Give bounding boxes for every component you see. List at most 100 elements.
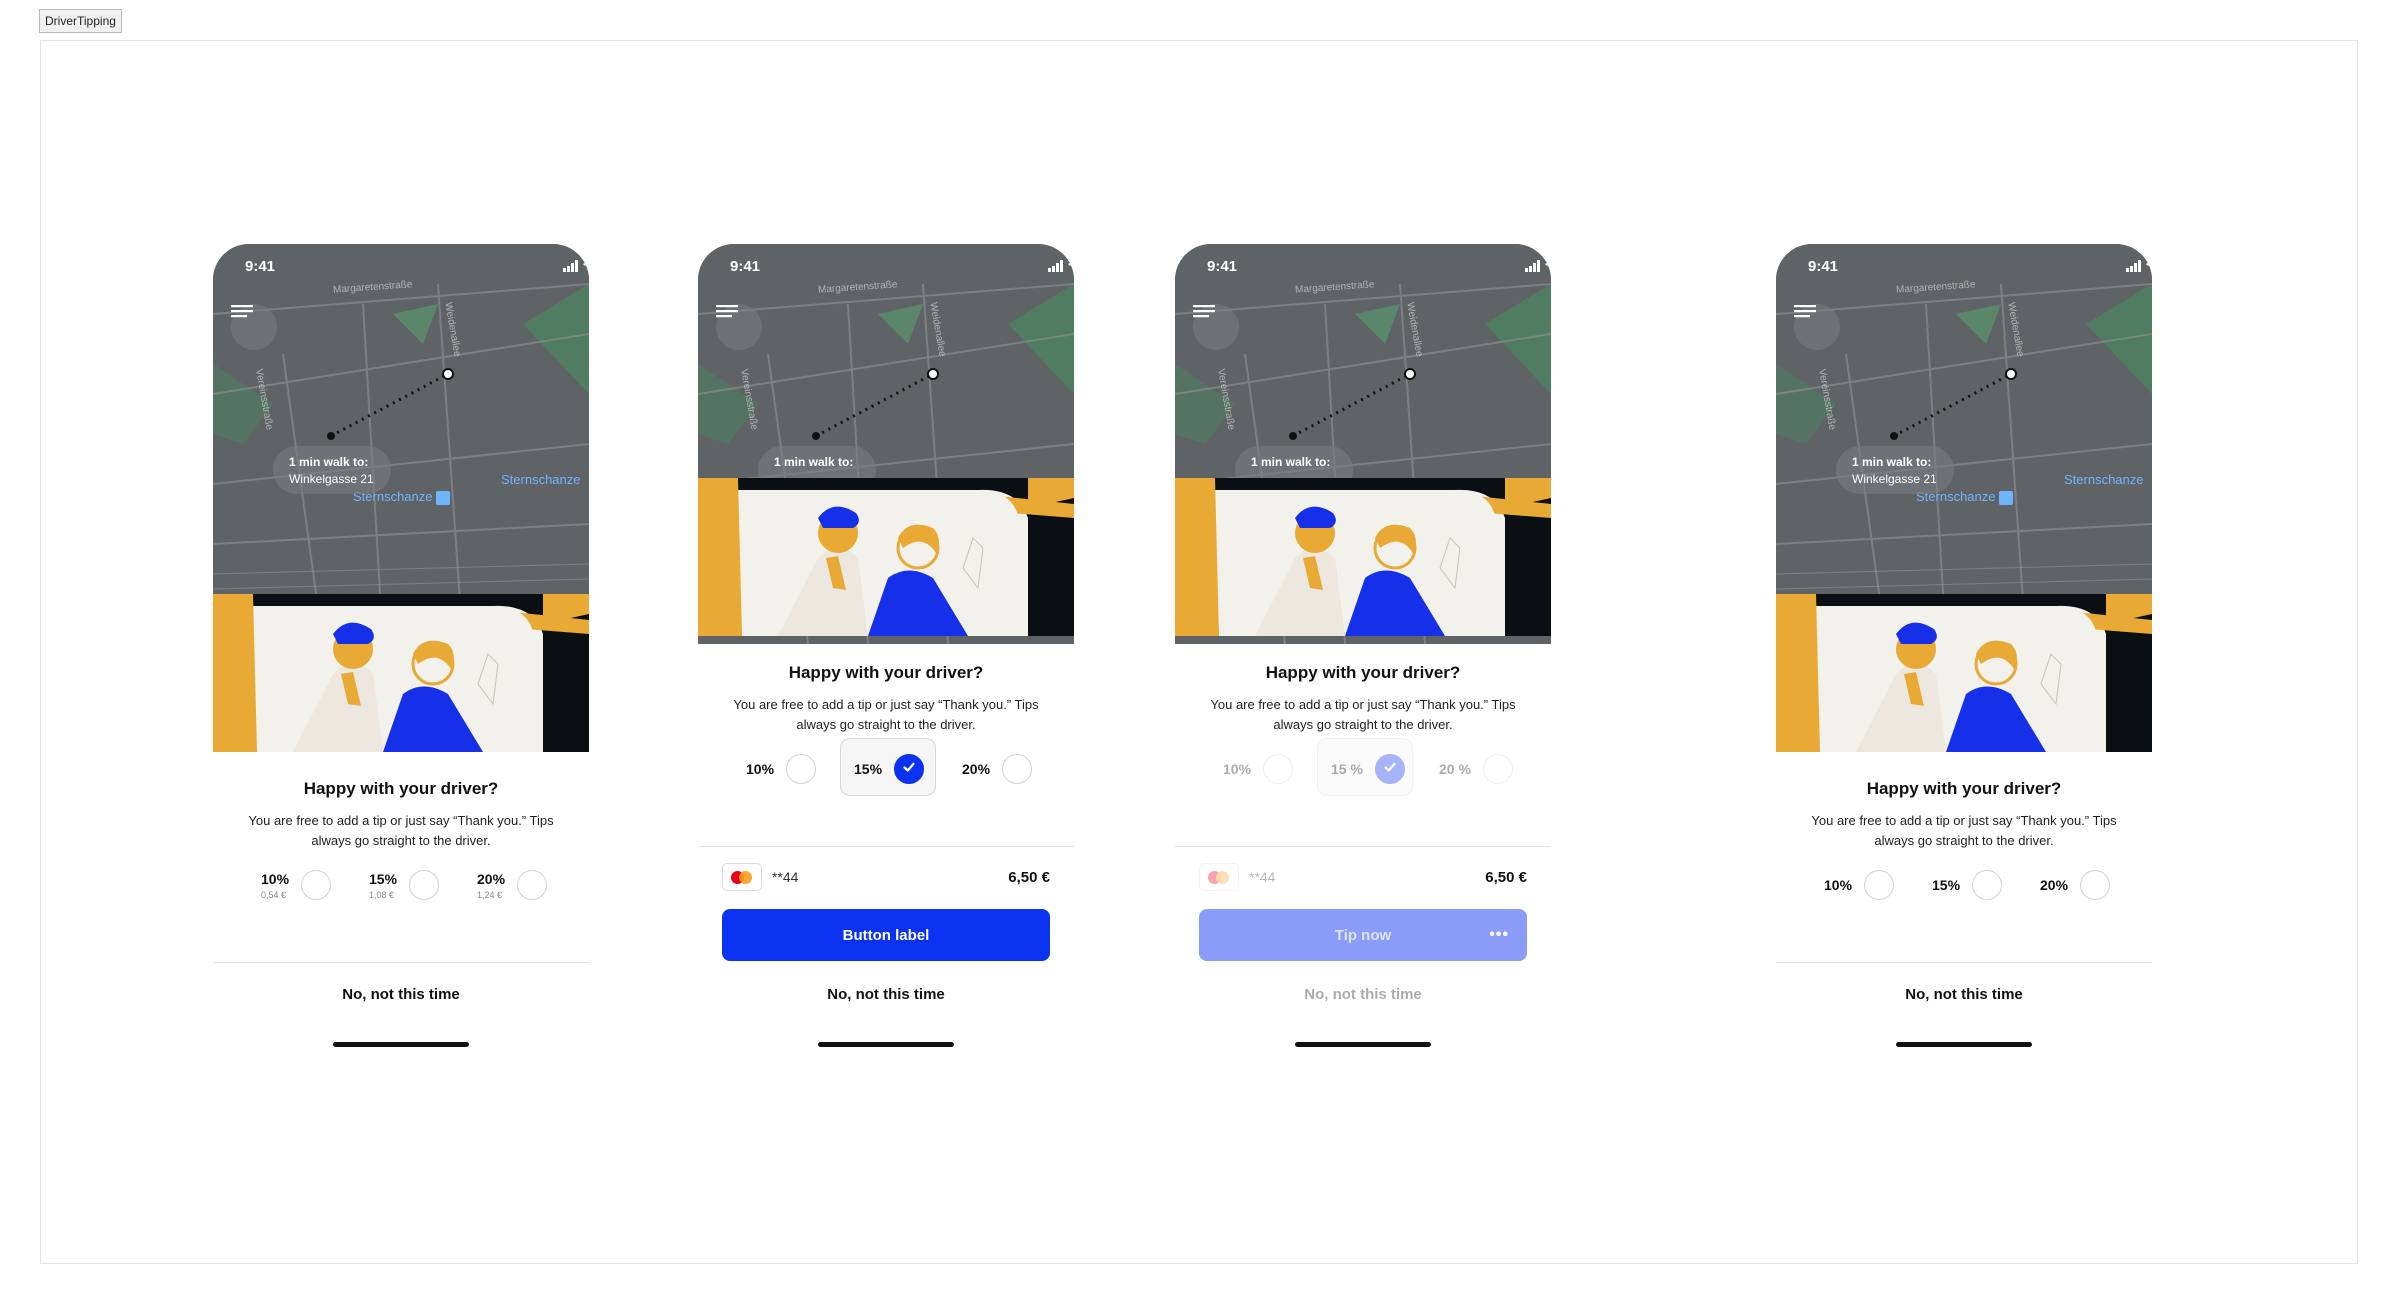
- check-icon: [901, 759, 917, 780]
- walk-chip[interactable]: 1 min walk to: Winkelgasse 21: [273, 446, 391, 494]
- tip-options: 10% 15% 20%: [1776, 857, 2152, 913]
- tip-option-2[interactable]: 20%: [2040, 857, 2111, 913]
- prompt-description: You are free to add a tip or just say “T…: [1210, 697, 1516, 732]
- tip-radio[interactable]: [894, 754, 925, 784]
- map[interactable]: 9:41 Margaretenstraße Weidenallee Verein…: [1776, 244, 2152, 644]
- tip-option-label: 15%: [854, 761, 883, 777]
- tip-radio[interactable]: [2080, 870, 2111, 900]
- tip-option-label: 10%: [746, 761, 775, 777]
- tip-radio[interactable]: [409, 870, 440, 900]
- cta-label: Button label: [842, 926, 930, 944]
- tip-radio[interactable]: [517, 870, 548, 900]
- loading-dots-icon: •••: [1489, 926, 1509, 943]
- decline-button[interactable]: No, not this time: [213, 986, 589, 1003]
- divider: [1776, 962, 2152, 963]
- walk-destination: Winkelgasse 21: [1852, 472, 1937, 486]
- phone-screen-screen2: 9:41 Margaretenstraße Weidenallee Verein…: [698, 244, 1074, 1060]
- station-icon: [436, 490, 451, 505]
- tip-radio[interactable]: [1482, 754, 1513, 784]
- tip-option-2[interactable]: 20 %: [1439, 741, 1513, 797]
- tip-now-button[interactable]: Button label: [722, 909, 1050, 961]
- home-indicator: [1896, 1042, 2032, 1047]
- divider: [213, 962, 589, 963]
- wifi-icon: [1068, 261, 1074, 270]
- wifi-icon: [583, 261, 589, 270]
- cta-label: Tip now: [1334, 926, 1392, 944]
- walk-chip[interactable]: 1 min walk to: Winkelgasse 21: [1836, 446, 1954, 494]
- decline-button[interactable]: No, not this time: [1175, 986, 1551, 1003]
- tip-option-label: 10%: [1824, 877, 1853, 893]
- card-number: **44: [772, 869, 799, 885]
- tip-option-2[interactable]: 20%: [962, 741, 1033, 797]
- walk-title: 1 min walk to:: [289, 455, 369, 469]
- tip-options: 10% 0,54 € 15% 1,08 € 20% 1,24 €: [213, 857, 589, 913]
- tip-option-1[interactable]: 15 %: [1331, 741, 1405, 797]
- walk-title: 1 min walk to:: [774, 455, 854, 469]
- tip-amount: 6,50 €: [1485, 868, 1527, 886]
- decline-button[interactable]: No, not this time: [698, 986, 1074, 1003]
- status-time: 9:41: [1207, 258, 1238, 275]
- menu-icon: [231, 305, 253, 318]
- tip-option-1[interactable]: 15%: [1932, 857, 2003, 913]
- tip-option-label: 10%: [1223, 761, 1252, 777]
- divider: [1175, 846, 1551, 847]
- status-time: 9:41: [1808, 258, 1839, 275]
- frame-label: DriverTipping: [39, 9, 122, 33]
- menu-button[interactable]: [1794, 304, 1840, 350]
- menu-icon: [1193, 305, 1215, 318]
- menu-button[interactable]: [716, 304, 762, 350]
- divider: [698, 846, 1074, 847]
- mastercard-icon: [722, 863, 762, 891]
- menu-button[interactable]: [1193, 304, 1239, 350]
- tip-radio[interactable]: [1002, 754, 1033, 784]
- tip-option-label: 20%: [962, 761, 991, 777]
- tip-radio[interactable]: [301, 870, 332, 900]
- wifi-icon: [1545, 261, 1551, 270]
- prompt-title: Happy with your driver?: [303, 779, 499, 798]
- phone-screen-screen3: 9:41 Margaretenstraße Weidenallee Verein…: [1175, 244, 1551, 1060]
- home-indicator: [333, 1042, 469, 1047]
- tip-option-label: 20 %: [1439, 761, 1471, 777]
- prompt-description: You are free to add a tip or just say “T…: [733, 697, 1039, 732]
- tip-option-1[interactable]: 15%: [854, 741, 925, 797]
- menu-button[interactable]: [231, 304, 277, 350]
- tip-option-0[interactable]: 10%: [746, 741, 817, 797]
- tip-option-label: 10% 0,54 €: [261, 870, 290, 900]
- status-time: 9:41: [730, 258, 761, 275]
- signal-icon: [1525, 260, 1540, 272]
- prompt-description: You are free to add a tip or just say “T…: [1811, 813, 2117, 848]
- decline-button[interactable]: No, not this time: [1776, 986, 2152, 1003]
- walk-destination: Winkelgasse 21: [289, 472, 374, 486]
- tip-option-1[interactable]: 15% 1,08 €: [369, 857, 440, 913]
- status-time: 9:41: [245, 258, 276, 275]
- wifi-icon: [2146, 261, 2152, 270]
- taxi-illustration: [698, 478, 1074, 636]
- tip-option-2[interactable]: 20% 1,24 €: [477, 857, 548, 913]
- tip-options: 10% 15% 20%: [698, 741, 1074, 797]
- payment-row[interactable]: **44 6,50 €: [722, 862, 1050, 892]
- signal-icon: [2126, 260, 2141, 272]
- prompt-title: Happy with your driver?: [1866, 779, 2062, 798]
- tip-option-0[interactable]: 10% 0,54 €: [261, 857, 332, 913]
- tip-now-button[interactable]: Tip now •••: [1199, 909, 1527, 961]
- mastercard-icon: [1199, 863, 1239, 891]
- payment-row[interactable]: **44 6,50 €: [1199, 862, 1527, 892]
- map[interactable]: 9:41 Margaretenstraße Weidenallee Verein…: [213, 244, 589, 644]
- station-label: Sternschanze: [2064, 472, 2144, 487]
- check-icon: [1382, 759, 1398, 780]
- phone-screen-screen1: 9:41 Margaretenstraße Weidenallee Verein…: [213, 244, 589, 1060]
- tip-option-amount: 0,54 €: [261, 889, 287, 900]
- tip-option-label: 15 %: [1331, 761, 1363, 777]
- tip-options: 10% 15 % 20 %: [1175, 741, 1551, 797]
- tip-radio[interactable]: [1263, 754, 1294, 784]
- tip-option-0[interactable]: 10%: [1223, 741, 1294, 797]
- station-icon: [1999, 490, 2014, 505]
- tip-radio[interactable]: [1864, 870, 1895, 900]
- tip-radio[interactable]: [1972, 870, 2003, 900]
- tip-option-label: 20%: [2040, 877, 2069, 893]
- tip-option-amount: 1,24 €: [477, 889, 503, 900]
- home-indicator: [818, 1042, 954, 1047]
- tip-option-0[interactable]: 10%: [1824, 857, 1895, 913]
- tip-radio[interactable]: [1374, 754, 1405, 784]
- tip-radio[interactable]: [786, 754, 817, 784]
